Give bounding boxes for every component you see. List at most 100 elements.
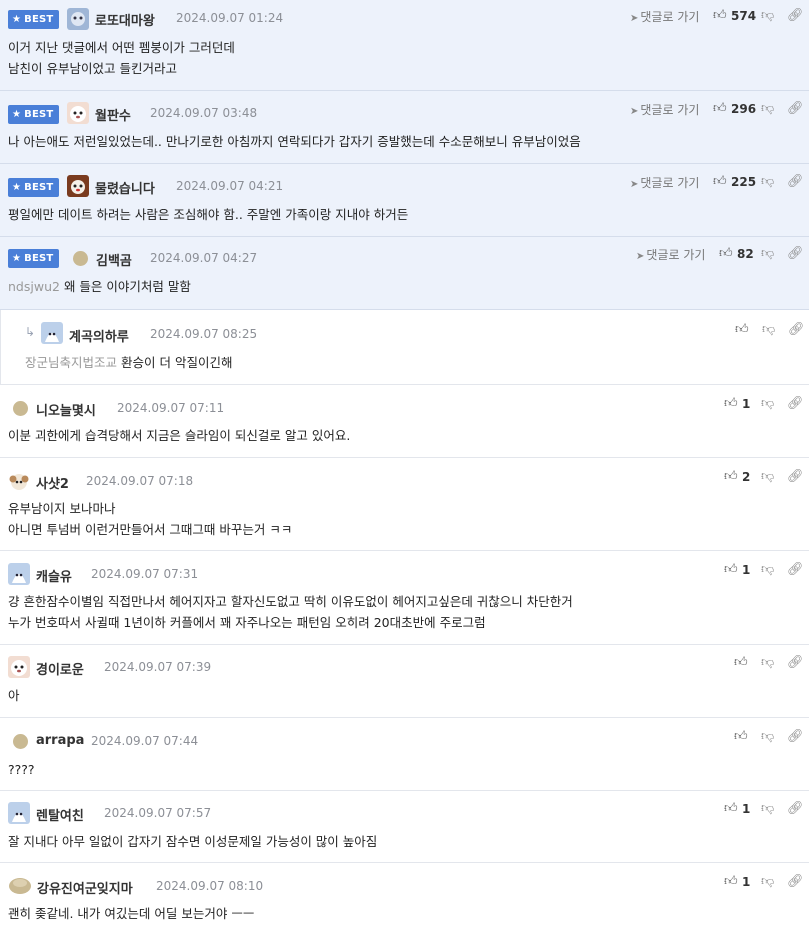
avatar[interactable]	[67, 175, 89, 197]
star-icon: ★	[12, 253, 22, 264]
link-icon[interactable]: 🔗︎	[787, 470, 804, 484]
comment-author[interactable]: 김백곰	[96, 250, 132, 269]
goto-reply-link[interactable]: ➤ 댓글로 가기	[630, 8, 699, 25]
thumbs-down-icon[interactable]: 👎︎	[761, 875, 774, 889]
comment-date: 2024.09.07 07:18	[86, 474, 194, 488]
link-icon[interactable]: 🔗︎	[787, 875, 804, 889]
avatar[interactable]	[8, 656, 30, 678]
avatar[interactable]	[13, 401, 28, 416]
link-icon[interactable]: 🔗︎	[787, 563, 804, 577]
comment-date: 2024.09.07 04:21	[176, 179, 284, 193]
link-icon[interactable]: 🔗︎	[787, 247, 804, 261]
best-badge: ★ BEST	[8, 105, 60, 124]
comment-item: ★ BEST 김백곰 2024.09.07 04:27 ➤ 댓글로 가기 👍︎ 82…	[0, 237, 809, 310]
comment-author[interactable]: 캐슬유	[36, 566, 72, 585]
comment-text: 평일에만 데이트 하려는 사람은 조심해야 함.. 주말엔 가족이랑 지내야 하…	[8, 207, 409, 222]
comment-author[interactable]: 니오늘몇시	[36, 400, 96, 419]
paper-plane-icon: ➤	[630, 179, 639, 190]
thumbs-up-icon[interactable]: 👍︎	[734, 730, 748, 744]
thumbs-down-icon[interactable]: 👎︎	[761, 9, 774, 23]
link-icon[interactable]: 🔗︎	[787, 730, 804, 744]
paper-plane-icon: ➤	[630, 13, 639, 24]
comment-author[interactable]: 강유진여군잊지마	[37, 878, 133, 897]
comment-date: 2024.09.07 07:57	[104, 806, 212, 820]
comment-date: 2024.09.07 04:27	[150, 251, 258, 265]
thumbs-down-icon[interactable]: 👎︎	[761, 656, 774, 670]
goto-reply-link[interactable]: ➤ 댓글로 가기	[636, 246, 705, 263]
comment-author[interactable]: arrapa	[36, 733, 84, 748]
comment-text: 괜히 좆같네. 내가 여깄는데 어딜 보는거야 ㅡㅡ	[8, 906, 255, 921]
like-count: 82	[737, 247, 754, 261]
comment-author[interactable]: 로또대마왕	[95, 10, 155, 29]
comment-date: 2024.09.07 01:24	[176, 11, 284, 25]
comment-item: 니오늘몇시 2024.09.07 07:11 👍︎ 1 👎︎ 🔗︎ 이분 괴한에…	[0, 385, 809, 458]
avatar[interactable]	[41, 322, 63, 344]
best-badge: ★ BEST	[8, 10, 60, 29]
star-icon: ★	[12, 109, 22, 120]
thumbs-down-icon[interactable]: 👎︎	[761, 802, 774, 816]
best-badge: ★ BEST	[8, 178, 60, 197]
thumbs-up-icon[interactable]: 👍︎	[734, 656, 748, 670]
comment-author[interactable]: 렌탈여친	[36, 805, 84, 824]
avatar[interactable]	[8, 563, 30, 585]
comment-date: 2024.09.07 07:39	[104, 660, 212, 674]
reply-arrow-icon: ↳	[25, 325, 36, 339]
thumbs-up-icon[interactable]: 👍︎	[724, 802, 738, 816]
like-count: 574	[731, 9, 757, 23]
like-count: 225	[731, 175, 757, 189]
thumbs-down-icon[interactable]: 👎︎	[762, 323, 775, 337]
avatar[interactable]	[8, 802, 30, 824]
avatar[interactable]	[8, 875, 32, 895]
thumbs-up-icon[interactable]: 👍︎	[713, 102, 727, 116]
link-icon[interactable]: 🔗︎	[787, 9, 804, 23]
thumbs-up-icon[interactable]: 👍︎	[724, 563, 738, 577]
link-icon[interactable]: 🔗︎	[787, 802, 804, 816]
thumbs-up-icon[interactable]: 👍︎	[713, 175, 727, 189]
thumbs-down-icon[interactable]: 👎︎	[761, 102, 774, 116]
thumbs-down-icon[interactable]: 👎︎	[761, 730, 774, 744]
like-count: 296	[731, 102, 757, 116]
avatar[interactable]	[73, 251, 88, 266]
thumbs-up-icon[interactable]: 👍︎	[735, 323, 749, 337]
comment-text: 나 아는애도 저런일있었는데.. 만나기로한 아침까지 연락되다가 갑자기 증발…	[8, 134, 581, 149]
comment-date: 2024.09.07 03:48	[150, 106, 258, 120]
comment-item: ★ BEST 월판수 2024.09.07 03:48 ➤ 댓글로 가기 👍︎ 29…	[0, 91, 809, 164]
comment-author[interactable]: 계곡의하루	[69, 326, 129, 345]
link-icon[interactable]: 🔗︎	[787, 397, 804, 411]
comment-text: 유부남이지 보나마나 아니면 투넘버 이런거만들어서 그때그때 바꾸는거 ㅋㅋ	[8, 501, 293, 537]
thumbs-down-icon[interactable]: 👎︎	[761, 247, 774, 261]
avatar[interactable]	[8, 470, 30, 492]
comment-author[interactable]: 물렸습니다	[95, 178, 155, 197]
paper-plane-icon: ➤	[630, 106, 639, 117]
thumbs-down-icon[interactable]: 👎︎	[761, 470, 774, 484]
comment-author[interactable]: 경이로운	[36, 659, 84, 678]
thumbs-down-icon[interactable]: 👎︎	[761, 175, 774, 189]
thumbs-up-icon[interactable]: 👍︎	[724, 397, 738, 411]
comment-date: 2024.09.07 08:10	[156, 879, 264, 893]
thumbs-down-icon[interactable]: 👎︎	[761, 397, 774, 411]
goto-reply-link[interactable]: ➤ 댓글로 가기	[630, 101, 699, 118]
link-icon[interactable]: 🔗︎	[787, 656, 804, 670]
goto-reply-link[interactable]: ➤ 댓글로 가기	[630, 174, 699, 191]
link-icon[interactable]: 🔗︎	[787, 102, 804, 116]
thumbs-up-icon[interactable]: 👍︎	[724, 470, 738, 484]
link-icon[interactable]: 🔗︎	[787, 175, 804, 189]
thumbs-up-icon[interactable]: 👍︎	[724, 875, 738, 889]
comment-date: 2024.09.07 08:25	[150, 327, 258, 341]
mention[interactable]: 장군님축지법조교	[25, 355, 117, 370]
thumbs-up-icon[interactable]: 👍︎	[719, 247, 733, 261]
paper-plane-icon: ➤	[636, 251, 645, 262]
star-icon: ★	[12, 14, 22, 25]
best-badge: ★ BEST	[8, 249, 60, 268]
link-icon[interactable]: 🔗︎	[788, 323, 805, 337]
comment-text: 장군님축지법조교 환승이 더 악질이긴해	[25, 355, 233, 370]
avatar[interactable]	[67, 8, 89, 30]
comment-author[interactable]: 월판수	[95, 105, 131, 124]
avatar[interactable]	[13, 734, 28, 749]
thumbs-down-icon[interactable]: 👎︎	[761, 563, 774, 577]
thumbs-up-icon[interactable]: 👍︎	[713, 9, 727, 23]
mention[interactable]: ndsjwu2	[8, 279, 60, 294]
avatar[interactable]	[67, 102, 89, 124]
comment-item: 렌탈여친 2024.09.07 07:57 👍︎ 1 👎︎ 🔗︎ 잘 지내다 아…	[0, 791, 809, 863]
comment-author[interactable]: 사샷2	[36, 473, 69, 492]
